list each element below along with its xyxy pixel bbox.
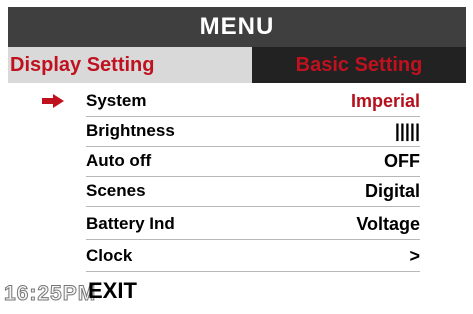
tab-display-setting-label: Display Setting bbox=[10, 53, 155, 76]
menu-item-label: Brightness bbox=[86, 121, 175, 140]
menu-item-label: Scenes bbox=[86, 181, 146, 200]
right-arrow-icon bbox=[42, 94, 64, 108]
menu-item-value: Imperial bbox=[350, 90, 420, 111]
menu-item-label: Battery Ind bbox=[86, 214, 175, 233]
menu-item-label: System bbox=[86, 91, 147, 110]
menu-item-system[interactable]: System Imperial bbox=[86, 86, 420, 117]
brightness-level: ||||| bbox=[394, 120, 420, 141]
menu-item-label: Clock bbox=[86, 246, 133, 265]
submenu-chevron: > bbox=[409, 245, 420, 266]
menu-item-brightness[interactable]: Brightness ||||| bbox=[86, 116, 420, 147]
settings-tabs: Display Setting Basic Setting bbox=[8, 47, 466, 83]
tab-display-setting[interactable]: Display Setting bbox=[8, 47, 252, 83]
exit-button[interactable]: EXIT bbox=[88, 276, 137, 306]
menu-item-value: OFF bbox=[384, 150, 420, 171]
menu-item-auto-off[interactable]: Auto off OFF bbox=[86, 146, 420, 177]
menu-item-battery-ind[interactable]: Battery Ind Voltage bbox=[86, 209, 420, 240]
tab-basic-setting-label: Basic Setting bbox=[295, 53, 423, 76]
tab-basic-setting[interactable]: Basic Setting bbox=[252, 47, 466, 83]
menu-item-scenes[interactable]: Scenes Digital bbox=[86, 176, 420, 207]
menu-header: MENU bbox=[8, 7, 466, 47]
menu-item-value: Voltage bbox=[356, 213, 420, 234]
menu-item-label: Auto off bbox=[86, 151, 152, 170]
menu-item-value: Digital bbox=[364, 180, 420, 201]
exit-label: EXIT bbox=[88, 278, 137, 303]
menu-screen: MENU Display Setting Basic Setting Syste… bbox=[0, 0, 473, 314]
menu-title: MENU bbox=[199, 13, 275, 40]
menu-item-clock[interactable]: Clock > bbox=[86, 241, 420, 272]
clock-overlay: 16:25PM bbox=[3, 282, 97, 306]
